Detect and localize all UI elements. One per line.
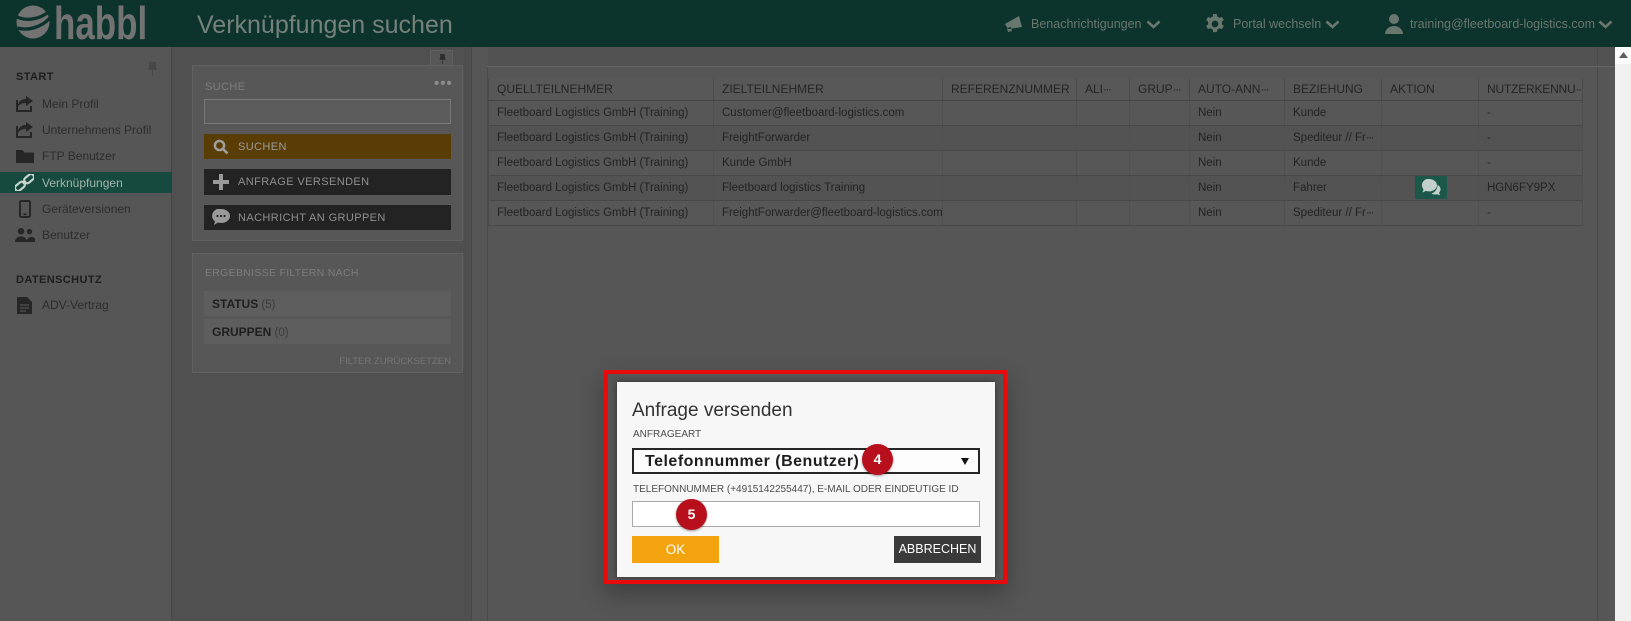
svg-text:habbl: habbl bbox=[54, 5, 147, 43]
